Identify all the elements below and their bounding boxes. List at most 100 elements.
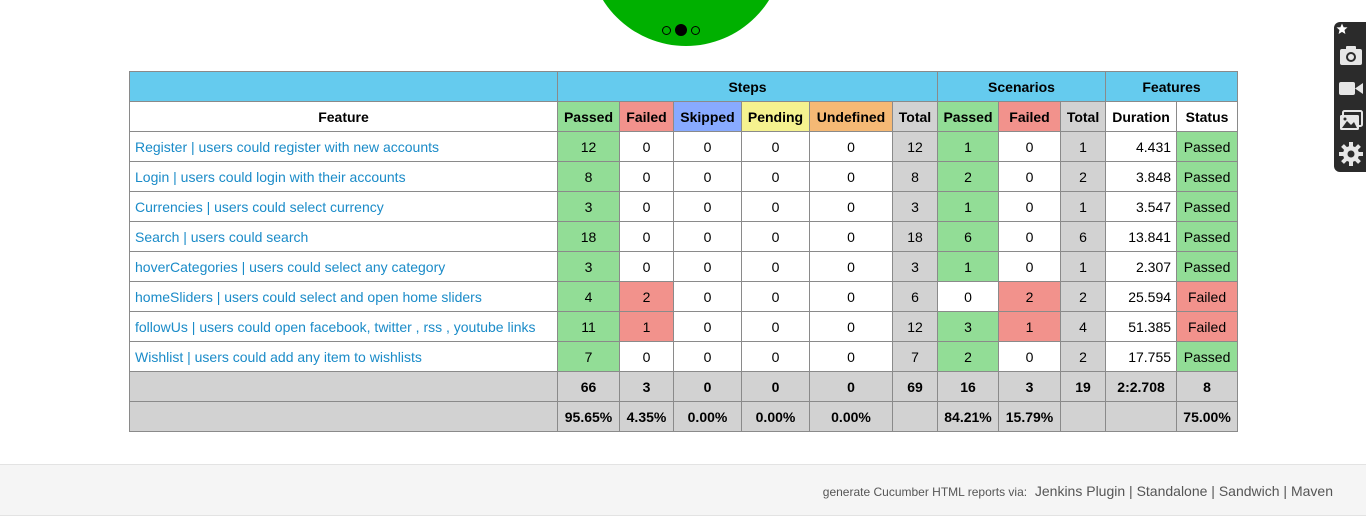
duration-cell: 25.594	[1105, 281, 1178, 312]
feature-link[interactable]: Login | users could login with their acc…	[135, 169, 406, 185]
feature-link[interactable]: Search | users could search	[135, 229, 308, 245]
feature-link[interactable]: homeSliders | users could select and ope…	[135, 289, 482, 305]
feature-link[interactable]: Wishlist | users could add any item to w…	[135, 349, 422, 365]
steps-skipped-header[interactable]: Skipped	[673, 101, 742, 132]
jenkins-plugin-link[interactable]: Jenkins Plugin	[1035, 483, 1125, 499]
feature-link[interactable]: Currencies | users could select currency	[135, 199, 384, 215]
video-icon[interactable]	[1338, 75, 1364, 101]
steps-undefined-cell: 0	[809, 161, 893, 192]
feature-link[interactable]: followUs | users could open facebook, tw…	[135, 319, 536, 335]
feature-column-header[interactable]: Feature	[129, 101, 558, 132]
standalone-link[interactable]: Standalone	[1137, 483, 1208, 499]
table-row: Login | users could login with their acc…	[129, 161, 1239, 192]
gear-icon[interactable]	[1338, 141, 1364, 167]
table-row: followUs | users could open facebook, tw…	[129, 311, 1239, 342]
camera-icon[interactable]	[1338, 42, 1364, 68]
steps-total-cell: 3	[892, 251, 938, 282]
carousel-dot-1[interactable]	[662, 25, 671, 35]
scenarios-failed-cell: 0	[998, 341, 1061, 372]
carousel-indicators	[662, 24, 700, 36]
maven-link[interactable]: Maven	[1291, 483, 1333, 499]
steps-skipped-cell: 0	[673, 161, 742, 192]
pct-steps-skipped: 0.00%	[673, 401, 742, 432]
steps-pending-cell: 0	[741, 191, 810, 222]
steps-undefined-cell: 0	[809, 281, 893, 312]
status-badge: Failed	[1176, 281, 1239, 312]
table-row: Wishlist | users could add any item to w…	[129, 341, 1239, 372]
scenarios-total-cell: 2	[1059, 161, 1107, 192]
steps-total-cell: 6	[892, 281, 938, 312]
steps-pending-cell: 0	[741, 131, 810, 162]
steps-pending-cell: 0	[741, 221, 810, 252]
steps-skipped-cell: 0	[673, 341, 742, 372]
total-steps-passed: 66	[557, 371, 620, 402]
total-duration: 2:2.708	[1105, 371, 1178, 402]
steps-total-header[interactable]: Total	[892, 101, 938, 132]
scenarios-group-header: Scenarios	[936, 71, 1107, 102]
carousel-banner	[588, 0, 784, 46]
duration-cell: 17.755	[1105, 341, 1178, 372]
scenarios-failed-cell: 0	[998, 131, 1061, 162]
scenarios-total-cell: 1	[1059, 191, 1107, 222]
feature-cell: homeSliders | users could select and ope…	[129, 281, 558, 312]
image-icon[interactable]	[1338, 108, 1364, 134]
group-header-row: Steps Scenarios Features	[129, 71, 1239, 102]
duration-header[interactable]: Duration	[1105, 101, 1178, 132]
feature-cell: Search | users could search	[129, 221, 558, 252]
scenarios-passed-cell: 3	[937, 311, 999, 342]
feature-report-table: Steps Scenarios Features Feature Passed …	[129, 71, 1239, 432]
sandwich-link[interactable]: Sandwich	[1219, 483, 1280, 499]
steps-passed-cell: 3	[557, 251, 620, 282]
percent-label-cell	[129, 401, 558, 432]
steps-undefined-header[interactable]: Undefined	[809, 101, 893, 132]
steps-total-cell: 7	[892, 341, 938, 372]
steps-undefined-cell: 0	[809, 341, 893, 372]
scenarios-failed-cell: 2	[998, 281, 1061, 312]
status-badge: Passed	[1176, 251, 1239, 282]
pct-scenarios-passed: 84.21%	[937, 401, 999, 432]
total-steps-undefined: 0	[809, 371, 893, 402]
steps-failed-cell: 0	[619, 251, 674, 282]
steps-pending-header[interactable]: Pending	[741, 101, 810, 132]
steps-failed-header[interactable]: Failed	[619, 101, 674, 132]
scenarios-passed-cell: 1	[937, 251, 999, 282]
pct-steps-passed: 95.65%	[557, 401, 620, 432]
steps-failed-cell: 1	[619, 311, 674, 342]
carousel-dot-2[interactable]	[675, 24, 687, 36]
steps-passed-cell: 8	[557, 161, 620, 192]
scenarios-passed-header[interactable]: Passed	[937, 101, 999, 132]
scenarios-total-cell: 1	[1059, 251, 1107, 282]
steps-undefined-cell: 0	[809, 311, 893, 342]
steps-passed-cell: 4	[557, 281, 620, 312]
features-group-header: Features	[1105, 71, 1239, 102]
scenarios-failed-cell: 0	[998, 161, 1061, 192]
scenarios-passed-cell: 6	[937, 221, 999, 252]
steps-skipped-cell: 0	[673, 221, 742, 252]
duration-cell: 51.385	[1105, 311, 1178, 342]
steps-total-cell: 12	[892, 311, 938, 342]
pin-star-icon[interactable]	[1336, 23, 1348, 35]
pct-scenarios-failed: 15.79%	[998, 401, 1061, 432]
footer-separator: |	[1125, 483, 1137, 499]
status-badge: Passed	[1176, 341, 1239, 372]
steps-passed-cell: 7	[557, 341, 620, 372]
steps-total-cell: 8	[892, 161, 938, 192]
feature-cell: Login | users could login with their acc…	[129, 161, 558, 192]
feature-link[interactable]: hoverCategories | users could select any…	[135, 259, 445, 275]
footer-separator: |	[1279, 483, 1291, 499]
status-header[interactable]: Status	[1176, 101, 1239, 132]
status-badge: Passed	[1176, 161, 1239, 192]
pct-steps-undefined: 0.00%	[809, 401, 893, 432]
feature-cell: Register | users could register with new…	[129, 131, 558, 162]
scenarios-failed-header[interactable]: Failed	[998, 101, 1061, 132]
steps-skipped-cell: 0	[673, 251, 742, 282]
column-header-row: Feature Passed Failed Skipped Pending Un…	[129, 101, 1239, 132]
feature-link[interactable]: Register | users could register with new…	[135, 139, 439, 155]
total-scenarios-passed: 16	[937, 371, 999, 402]
status-badge: Passed	[1176, 131, 1239, 162]
steps-skipped-cell: 0	[673, 191, 742, 222]
steps-passed-header[interactable]: Passed	[557, 101, 620, 132]
scenarios-total-header[interactable]: Total	[1059, 101, 1107, 132]
carousel-dot-3[interactable]	[691, 25, 700, 35]
duration-cell: 2.307	[1105, 251, 1178, 282]
